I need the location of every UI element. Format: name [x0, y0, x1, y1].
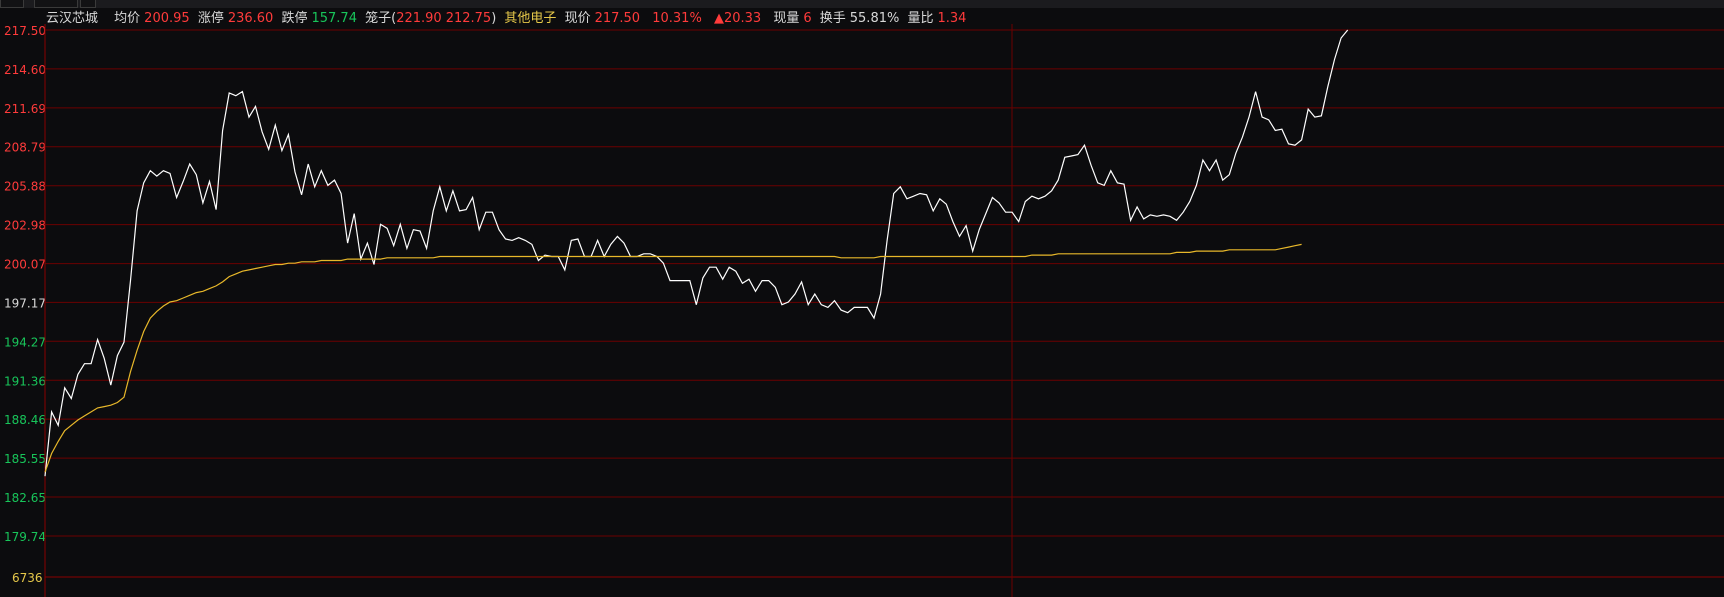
y-tick-label: 191.36: [4, 374, 46, 388]
y-tick-label: 182.65: [4, 491, 46, 505]
y-tick-label: 214.60: [4, 63, 46, 77]
y-tick-label: 197.17: [4, 296, 46, 310]
y-tick-label: 208.79: [4, 141, 46, 155]
y-tick-label: 200.07: [4, 258, 46, 272]
y-tick-label: 217.50: [4, 24, 46, 38]
y-tick-label: 188.46: [4, 413, 46, 427]
y-tick-label: 194.27: [4, 335, 46, 349]
y-tick-label: 185.55: [4, 452, 46, 466]
y-tick-label: 179.74: [4, 530, 46, 544]
y-tick-label: 211.69: [4, 102, 46, 116]
series-line-price: [44, 29, 1349, 477]
intraday-price-chart[interactable]: 217.50 214.60 211.69 208.79 205.88 202.98 200.…: [0, 0, 1724, 597]
y-tick-label: 202.98: [4, 219, 46, 233]
y-tick-label: 205.88: [4, 180, 46, 194]
series-line-avg: [44, 243, 1302, 473]
volume-axis-label: 6736: [12, 571, 43, 585]
